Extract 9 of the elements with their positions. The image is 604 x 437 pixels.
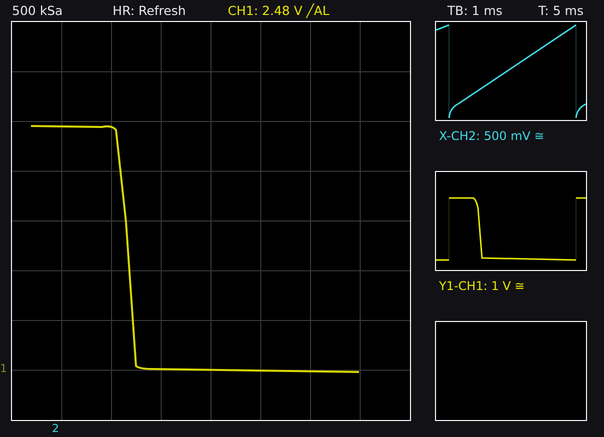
channel-marker: 1 — [0, 363, 7, 374]
trigger-time: T: 5 ms — [538, 3, 584, 18]
sample-rate: 500 kSa — [12, 3, 63, 18]
timebase: TB: 1 ms — [447, 3, 502, 18]
channel-label: X-CH2: 500 mV ≅ — [438, 128, 546, 145]
acquisition-mode: HR: Refresh — [112, 3, 186, 18]
trigger-marker: 2 — [52, 423, 59, 434]
channel-label: Y1-CH1: 1 V ≅ — [438, 278, 526, 295]
trigger-setting: CH1: 2.48 V ╱AL — [228, 3, 330, 18]
